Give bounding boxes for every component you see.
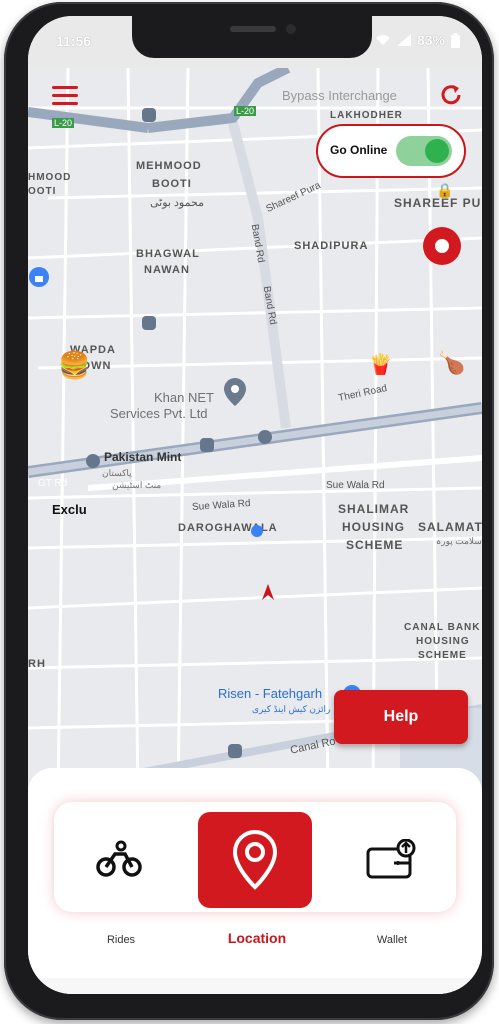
- map-label: SHALIMAR: [338, 502, 410, 516]
- map-label: محمود بوٹی: [150, 197, 204, 209]
- system-icons: 83%: [375, 32, 460, 48]
- speaker: [230, 26, 276, 32]
- metro-icon: [258, 430, 272, 444]
- menu-icon[interactable]: [52, 86, 78, 108]
- road-label: Bypass Interchange: [282, 88, 397, 103]
- map-label: LAKHODHER: [330, 110, 403, 121]
- transit-icon: [228, 744, 242, 758]
- poi-label: Khan NET: [154, 390, 214, 405]
- go-online-toggle-container[interactable]: Go Online: [316, 124, 466, 178]
- battery-icon: [451, 32, 460, 48]
- nav-label-rides: Rides: [106, 934, 136, 946]
- status-time: 11:56: [56, 33, 92, 49]
- wifi-icon: [375, 35, 390, 45]
- map-label: BHAGWAL: [136, 248, 200, 260]
- transit-icon: [142, 316, 156, 330]
- current-location-dot: [251, 525, 263, 537]
- poi-label: رائزن کیش اینڈ کیری: [252, 704, 331, 714]
- bicycle-icon: [96, 840, 142, 877]
- phone-frame: 11:56 83% MEHMOOD BOOTI محمود بوٹی BHAGW…: [4, 2, 494, 1020]
- map-label: HOUSING: [342, 520, 406, 534]
- bottom-nav-card: [54, 802, 456, 912]
- poi-label: سلامت پورہ: [436, 536, 482, 546]
- signal-icon: [396, 34, 411, 46]
- front-camera: [286, 24, 296, 34]
- map-label: MEHMOOD: [136, 160, 202, 172]
- go-online-toggle[interactable]: [396, 136, 452, 166]
- map-view[interactable]: MEHMOOD BOOTI محمود بوٹی BHAGWAL NAWAN W…: [28, 68, 482, 794]
- road-label: GT Rd: [38, 478, 68, 489]
- burger-icon[interactable]: 🍔: [58, 350, 90, 381]
- transit-icon: [142, 108, 156, 122]
- location-pin-icon: [232, 830, 278, 890]
- map-label: SHADIPURA: [294, 240, 369, 252]
- help-button[interactable]: Help: [334, 690, 468, 744]
- map-label: SCHEME: [346, 538, 404, 552]
- blue-pin-icon[interactable]: [28, 266, 50, 288]
- nav-label-wallet: Wallet: [376, 934, 408, 946]
- poi-label: منٹ اسٹیشن: [112, 480, 162, 490]
- go-online-label: Go Online: [330, 143, 388, 157]
- wallet-icon: [366, 839, 416, 879]
- camera-notch: [132, 16, 372, 58]
- refresh-icon[interactable]: [438, 82, 464, 108]
- nav-rides[interactable]: [62, 812, 176, 908]
- metro-icon: [86, 454, 100, 468]
- map-label: CANAL BANK: [404, 622, 481, 633]
- app-screen: 11:56 83% MEHMOOD BOOTI محمود بوٹی BHAGW…: [28, 16, 482, 994]
- map-label: SCHEME: [418, 650, 467, 661]
- map-label: HOUSING: [416, 636, 470, 647]
- highway-badge: L-20: [52, 118, 75, 128]
- food-icon[interactable]: 🍗: [438, 350, 465, 376]
- poi-label: پاکستان: [102, 468, 132, 478]
- red-alert-icon[interactable]: [422, 226, 462, 266]
- map-label: SALAMAT: [418, 520, 482, 534]
- map-label: NAWAN: [144, 264, 190, 276]
- map-label: HMOOD: [28, 172, 72, 183]
- highway-badge: L-20: [234, 106, 257, 116]
- nav-location[interactable]: [198, 812, 312, 908]
- transit-icon: [200, 438, 214, 452]
- lock-icon: 🔒: [436, 182, 454, 198]
- map-label: OOTI: [28, 186, 57, 197]
- poi-label: Pakistan Mint: [104, 450, 182, 464]
- map-label: RH: [28, 658, 46, 670]
- fries-icon[interactable]: 🍟: [368, 352, 393, 377]
- bottom-nav-sheet: Rides Location Wallet: [28, 768, 482, 994]
- map-label: BOOTI: [152, 178, 192, 190]
- home-bar: [28, 978, 482, 994]
- poi-label: Risen - Fatehgarh: [218, 686, 323, 701]
- poi-label: Services Pvt. Ltd: [110, 406, 208, 421]
- place-pin-icon[interactable]: [224, 378, 246, 406]
- poi-label: Exclu: [52, 502, 87, 517]
- toggle-knob: [425, 139, 449, 163]
- battery-percent: 83%: [416, 32, 445, 48]
- road-label: Sue Wala Rd: [326, 480, 385, 491]
- nav-label-location: Location: [227, 930, 287, 946]
- driver-marker-icon: [262, 584, 274, 600]
- nav-wallet[interactable]: [334, 812, 448, 908]
